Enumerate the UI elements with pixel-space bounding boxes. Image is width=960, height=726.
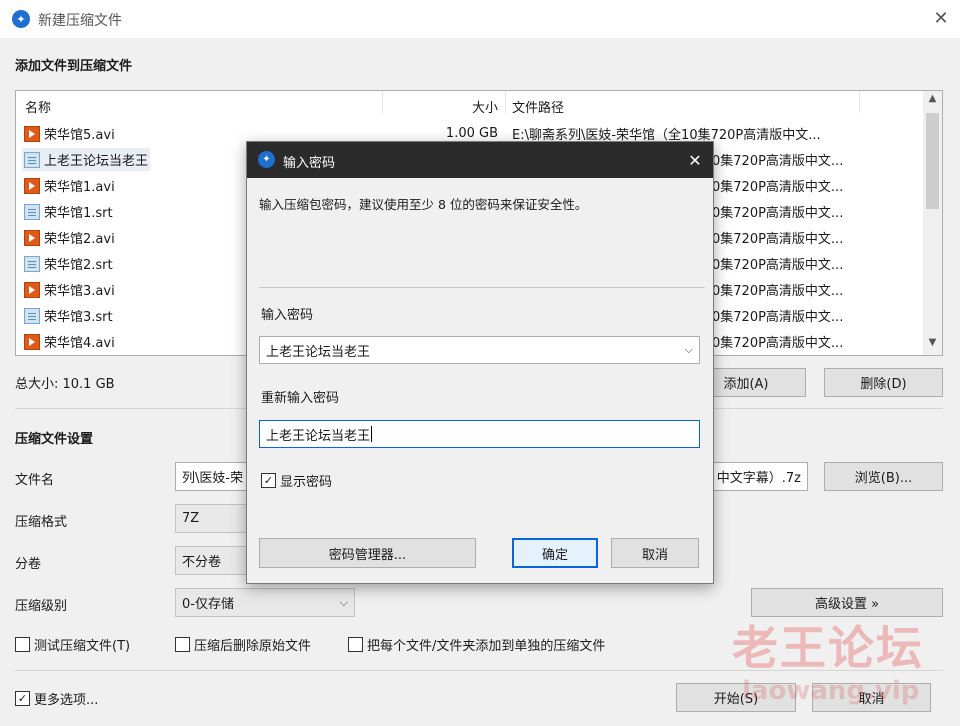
file-name: 荣华馆3.avi: [44, 284, 115, 299]
file-path: 0集720P高清版中文...: [712, 232, 844, 247]
checkbox-box: ✓: [15, 691, 30, 706]
column-divider: [859, 91, 860, 113]
password-dialog: ✦ 输入密码 ✕ 输入压缩包密码，建议使用至少 8 位的密码来保证安全性。 输入…: [246, 141, 714, 584]
test-archive-checkbox[interactable]: 测试压缩文件(T): [15, 635, 130, 654]
column-header-name[interactable]: 名称: [25, 97, 51, 116]
text-file-icon: [24, 255, 40, 272]
file-name: 荣华馆5.avi: [44, 128, 115, 143]
title-bar: ✦ 新建压缩文件 ✕: [0, 0, 960, 38]
checkbox-box: [15, 637, 30, 652]
reenter-value: 上老王论坛当老王: [266, 428, 371, 444]
scroll-thumb[interactable]: [926, 113, 939, 209]
file-name: 荣华馆3.srt: [44, 310, 113, 325]
close-icon[interactable]: ✕: [930, 6, 952, 30]
total-size: 总大小: 10.1 GB: [15, 377, 115, 392]
checkbox-box: ✓: [261, 473, 276, 488]
text-file-icon: [24, 203, 40, 220]
dialog-description: 输入压缩包密码，建议使用至少 8 位的密码来保证安全性。: [259, 197, 588, 212]
delete-after-checkbox[interactable]: 压缩后删除原始文件: [175, 635, 311, 654]
browse-button[interactable]: 浏览(B)...: [824, 462, 943, 491]
show-password-checkbox[interactable]: ✓ 显示密码: [261, 471, 332, 490]
column-header-path[interactable]: 文件路径: [512, 97, 564, 116]
file-path: 0集720P高清版中文...: [712, 206, 844, 221]
more-options-label: 更多选项...: [34, 693, 99, 708]
watermark-url: laowang.vip: [742, 676, 920, 706]
window-title: 新建压缩文件: [38, 13, 122, 29]
text-file-icon: [24, 307, 40, 324]
ok-button[interactable]: 确定: [512, 538, 598, 568]
password-manager-button[interactable]: 密码管理器...: [259, 538, 476, 568]
password-value: 上老王论坛当老王: [266, 344, 371, 360]
file-name: 荣华馆2.avi: [44, 232, 115, 247]
chevron-down-icon[interactable]: ⌵: [685, 343, 693, 357]
level-value: 0-仅存储: [182, 597, 234, 612]
app-icon: ✦: [12, 10, 30, 28]
format-label: 压缩格式: [15, 515, 68, 530]
file-path: 0集720P高清版中文...: [712, 154, 844, 169]
chevron-down-icon: ⌵: [339, 595, 348, 609]
text-file-icon: [24, 151, 40, 168]
scroll-down-icon[interactable]: ▼: [923, 337, 942, 353]
filename-label: 文件名: [15, 473, 55, 488]
file-path: 0集720P高清版中文...: [712, 258, 844, 273]
format-value: 7Z: [182, 511, 200, 526]
add-section-title: 添加文件到压缩文件: [15, 59, 133, 74]
test-archive-label: 测试压缩文件(T): [34, 639, 131, 654]
level-select[interactable]: 0-仅存储 ⌵: [175, 588, 355, 617]
file-path: 0集720P高清版中文...: [712, 336, 844, 351]
reenter-password-input[interactable]: 上老王论坛当老王: [259, 420, 700, 448]
vertical-scrollbar[interactable]: ▲ ▼: [923, 91, 942, 355]
dialog-close-icon[interactable]: ✕: [683, 148, 707, 172]
checkbox-box: [348, 637, 363, 652]
video-file-icon: [24, 125, 40, 142]
filename-text-left: 列\医妓-荣: [182, 471, 244, 486]
file-name: 荣华馆2.srt: [44, 258, 113, 273]
file-size: 1.00 GB: [445, 126, 498, 141]
more-options-checkbox[interactable]: ✓ 更多选项...: [15, 689, 98, 708]
video-file-icon: [24, 229, 40, 246]
text-cursor: [371, 426, 373, 442]
video-file-icon: [24, 177, 40, 194]
column-divider: [505, 91, 506, 113]
password-label: 输入密码: [261, 308, 314, 323]
watermark-text: 老王论坛: [732, 621, 924, 675]
file-name: 荣华馆4.avi: [44, 336, 115, 351]
reenter-label: 重新输入密码: [261, 391, 340, 406]
column-header-size[interactable]: 大小: [466, 97, 498, 116]
show-password-label: 显示密码: [280, 475, 333, 490]
file-name: 荣华馆1.srt: [44, 206, 113, 221]
delete-after-label: 压缩后删除原始文件: [194, 639, 312, 654]
split-value: 不分卷: [182, 555, 222, 570]
each-file-checkbox[interactable]: 把每个文件/文件夹添加到单独的压缩文件: [348, 635, 605, 654]
settings-title: 压缩文件设置: [15, 432, 94, 447]
scroll-up-icon[interactable]: ▲: [923, 93, 942, 109]
each-file-label: 把每个文件/文件夹添加到单独的压缩文件: [367, 639, 606, 654]
delete-button[interactable]: 删除(D): [824, 368, 943, 397]
column-divider: [382, 91, 383, 113]
filename-text-right: 中文字幕）.7z: [716, 471, 801, 486]
file-path: 0集720P高清版中文...: [712, 180, 844, 195]
split-label: 分卷: [15, 557, 42, 572]
password-input[interactable]: 上老王论坛当老王 ⌵: [259, 336, 700, 364]
file-path: 0集720P高清版中文...: [712, 310, 844, 325]
dialog-title: 输入密码: [283, 156, 336, 171]
dialog-app-icon: ✦: [258, 151, 275, 168]
file-name: 荣华馆1.avi: [44, 180, 115, 195]
dialog-title-bar: ✦ 输入密码 ✕: [247, 142, 713, 178]
dialog-divider: [259, 287, 705, 288]
dialog-cancel-button[interactable]: 取消: [611, 538, 699, 568]
file-path: 0集720P高清版中文...: [712, 284, 844, 299]
level-label: 压缩级别: [15, 599, 68, 614]
checkbox-box: [175, 637, 190, 652]
file-name: 上老王论坛当老王: [44, 154, 149, 169]
video-file-icon: [24, 333, 40, 350]
video-file-icon: [24, 281, 40, 298]
